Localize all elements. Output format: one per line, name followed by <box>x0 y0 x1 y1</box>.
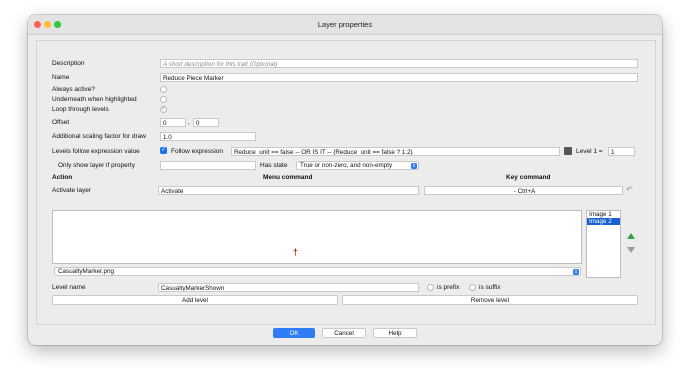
is-suffix-radio[interactable] <box>469 284 476 291</box>
underneath-checkbox[interactable] <box>160 96 167 103</box>
level-name-input[interactable]: CasualtyMarkerShown <box>158 283 419 292</box>
is-suffix-label: is suffix <box>479 284 501 291</box>
always-active-checkbox[interactable] <box>160 86 167 93</box>
activate-label: Activate layer <box>52 187 92 194</box>
expression-editor-icon[interactable] <box>564 147 572 155</box>
loop-label: Loop through levels <box>52 106 109 113</box>
image-list-item[interactable]: Image 1 <box>587 211 620 218</box>
underneath-label: Underneath when highlighted <box>52 96 137 103</box>
offset-separator: , <box>188 119 190 126</box>
description-input[interactable]: A short description for this trait (Opti… <box>160 59 638 68</box>
activate-menu-input[interactable]: Activate <box>158 186 419 195</box>
menu-command-header: Menu command <box>263 174 313 181</box>
name-input[interactable]: Reduce Piece Marker <box>160 73 638 82</box>
follow-expression-checkbox[interactable]: ✓ <box>160 147 167 154</box>
cancel-button[interactable]: Cancel <box>322 328 366 338</box>
image-list[interactable]: Image 1 Image 2 <box>586 210 621 278</box>
image-preview-canvas: † <box>52 210 582 264</box>
expression-input[interactable]: Reduce_unit == false -- OR IS IT -- {Red… <box>231 147 560 156</box>
remove-level-button[interactable]: Remove level <box>342 295 638 305</box>
has-state-value: True or non-zero, and non-empty <box>300 162 393 169</box>
chevron-updown-icon: ⇕ <box>573 269 579 275</box>
chevron-updown-icon: ⇕ <box>411 163 417 169</box>
follow-expression-label: Follow expression <box>171 148 224 155</box>
undo-icon[interactable]: ↶ <box>626 185 633 194</box>
only-show-label: Only show layer if property <box>58 162 135 169</box>
action-header: Action <box>52 174 73 181</box>
help-button[interactable]: Help <box>373 328 417 338</box>
position-marker-icon: † <box>293 247 299 257</box>
move-up-icon[interactable] <box>627 233 635 239</box>
only-show-input[interactable] <box>160 161 256 170</box>
description-label: Description <box>52 60 85 67</box>
scaling-input[interactable]: 1.0 <box>160 132 256 141</box>
move-down-icon[interactable] <box>627 247 635 253</box>
activate-key-input[interactable]: - Ctrl+A <box>424 186 623 195</box>
layer-properties-window: Layer properties Description A short des… <box>28 15 662 345</box>
title-bar: Layer properties <box>28 15 662 35</box>
level1-label: Level 1 = <box>576 148 603 155</box>
offset-x-input[interactable]: 0 <box>160 118 186 127</box>
has-state-label: Has state <box>260 162 288 169</box>
offset-label: Offset <box>52 119 70 126</box>
image-file-select[interactable]: CasualtyMarker.png ⇕ <box>54 267 581 276</box>
properties-panel: Description A short description for this… <box>36 40 656 325</box>
loop-checkbox[interactable]: ✓ <box>160 106 167 113</box>
image-file-value: CasualtyMarker.png <box>58 268 114 275</box>
offset-y-input[interactable]: 0 <box>193 118 219 127</box>
ok-button[interactable]: OK <box>273 328 315 338</box>
key-command-header: Key command <box>506 174 551 181</box>
levels-follow-label: Levels follow expression value <box>52 148 140 155</box>
level1-input[interactable]: 1 <box>608 147 635 156</box>
image-list-item-selected[interactable]: Image 2 <box>587 218 620 225</box>
always-active-label: Always active? <box>52 86 95 93</box>
window-title: Layer properties <box>317 20 373 29</box>
level-name-label: Level name <box>52 284 86 291</box>
is-prefix-label: is prefix <box>437 284 460 291</box>
is-prefix-radio[interactable] <box>427 284 434 291</box>
scaling-label: Additional scaling factor for draw <box>52 133 146 140</box>
add-level-button[interactable]: Add level <box>52 295 338 305</box>
has-state-select[interactable]: True or non-zero, and non-empty ⇕ <box>296 161 419 170</box>
name-label: Name <box>52 74 70 81</box>
